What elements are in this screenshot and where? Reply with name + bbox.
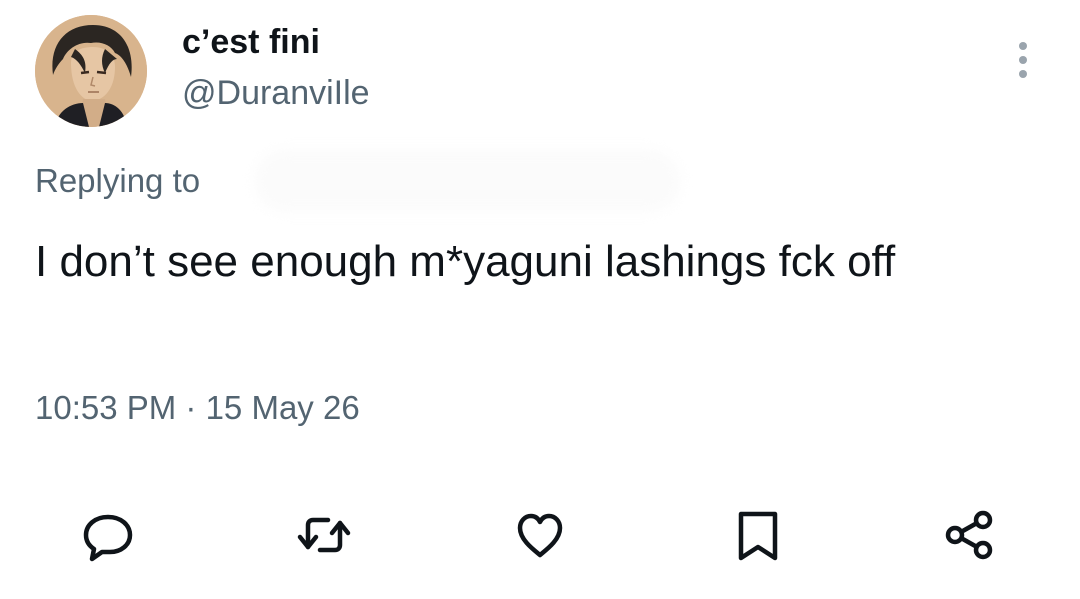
avatar-portrait-icon	[35, 15, 147, 127]
share-icon[interactable]	[942, 507, 998, 563]
tweet-card: c’est fini @DuranviIle Replying to I don…	[0, 0, 1080, 599]
reply-icon[interactable]	[80, 507, 136, 563]
avatar[interactable]	[35, 15, 147, 127]
replying-to-label: Replying to	[35, 162, 201, 199]
user-handle[interactable]: @DuranviIle	[182, 72, 370, 114]
bookmark-icon[interactable]	[730, 507, 786, 563]
display-name[interactable]: c’est fini	[182, 20, 320, 64]
tweet-timestamp[interactable]: 10:53 PM · 15 May 26	[35, 387, 360, 429]
retweet-icon[interactable]	[296, 507, 352, 563]
heart-icon[interactable]	[512, 507, 568, 563]
redacted-reply-target	[255, 150, 680, 212]
tweet-text: I don’t see enough m*yaguni lashings fck…	[35, 237, 896, 286]
more-options-icon[interactable]	[1012, 38, 1036, 82]
